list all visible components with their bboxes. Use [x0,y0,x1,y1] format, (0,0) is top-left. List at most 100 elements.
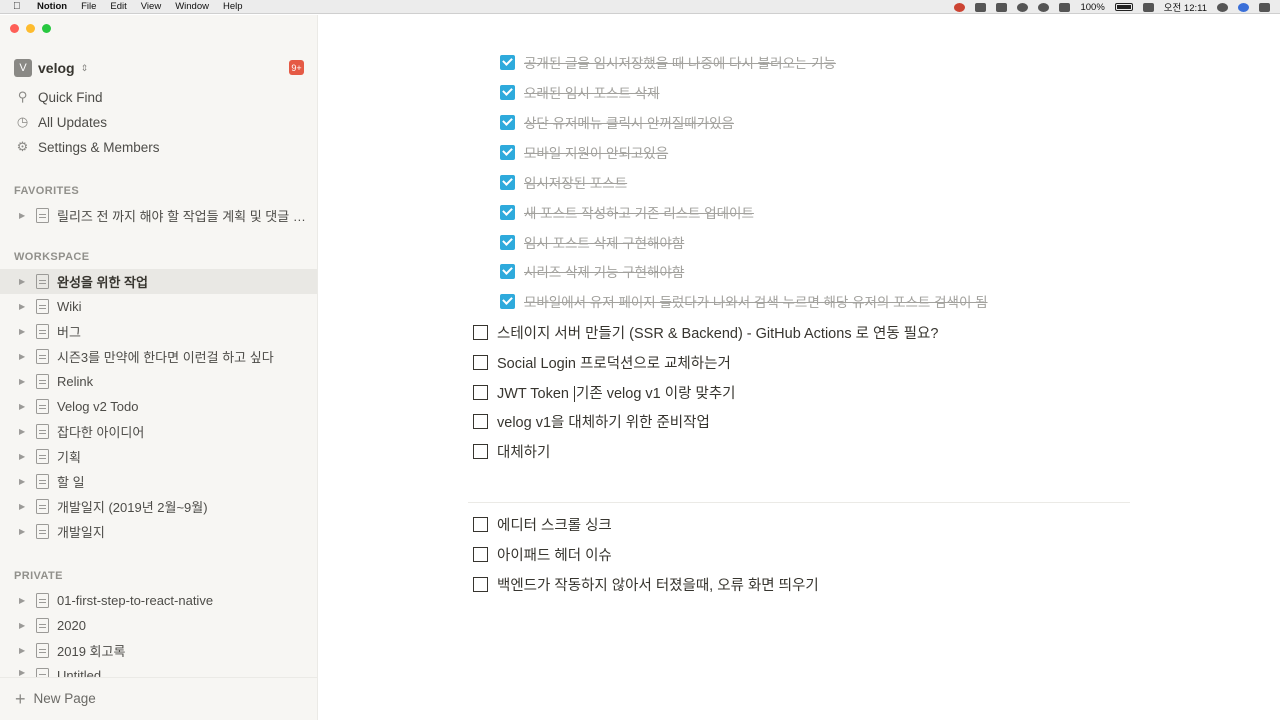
todo-text[interactable]: Social Login 프로덕션으로 교체하는거 [497,352,731,373]
checkbox-checked[interactable] [500,174,515,190]
todo-text[interactable]: 아이패드 헤더 이슈 [497,544,612,565]
expand-triangle-icon[interactable]: ▶ [19,477,29,486]
control-center-icon[interactable] [1259,2,1270,12]
expand-triangle-icon[interactable]: ▶ [19,527,29,536]
workspace-header[interactable]: WORKSPACE [14,251,90,263]
all-updates-button[interactable]: ◷ All Updates [15,112,107,132]
sidebar-item-2020[interactable]: ▶ 2020 [0,613,317,638]
todo-text[interactable]: 대체하기 [497,441,550,462]
todo-text[interactable]: 백엔드가 작동하지 않아서 터졌을때, 오류 화면 띄우기 [497,574,819,595]
menu-edit[interactable]: Edit [110,1,126,12]
expand-triangle-icon[interactable]: ▶ [19,377,29,386]
checkbox-checked[interactable] [500,293,515,309]
sidebar-item-todo[interactable]: ▶ 할 일 [0,469,317,494]
todo-text[interactable]: 임시저장된 포스트 [524,172,627,192]
checkbox-checked[interactable] [500,84,515,100]
volume-icon[interactable] [1059,2,1071,12]
sidebar-item-label: 잡다한 아이디어 [57,425,145,440]
settings-button[interactable]: ⚙ Settings & Members [15,137,160,157]
sidebar-item-untitled[interactable]: ▶ Untitled [0,663,317,677]
workspace-switcher[interactable]: V velog ⇕ [14,59,88,77]
apple-icon[interactable]:  [13,1,27,12]
timer-icon[interactable] [1017,2,1029,12]
checkbox-unchecked[interactable] [473,354,488,370]
todo-text[interactable]: 오래된 임시 포스트 삭제 [524,82,659,102]
expand-triangle-icon[interactable]: ▶ [19,621,29,630]
expand-triangle-icon[interactable]: ▶ [19,402,29,411]
menu-window[interactable]: Window [175,1,209,12]
expand-triangle-icon[interactable]: ▶ [19,211,29,220]
checkbox-unchecked[interactable] [473,576,488,592]
record-icon[interactable] [954,2,966,12]
sidebar-item-planning[interactable]: ▶ 기획 [0,444,317,469]
checkbox-checked[interactable] [500,204,515,220]
todo-text[interactable]: 모바일에서 유저 페이지 들렀다가 나와서 검색 누르면 해당 유저의 포스트 … [524,291,988,311]
checkbox-checked[interactable] [500,234,515,250]
todo-text[interactable]: 시리즈 삭제 기능 구현해야함 [524,261,684,281]
quick-find-button[interactable]: ⚲ Quick Find [15,87,103,107]
expand-triangle-icon[interactable]: ▶ [19,596,29,605]
checkbox-unchecked[interactable] [473,443,488,459]
expand-triangle-icon[interactable]: ▶ [19,452,29,461]
expand-triangle-icon[interactable]: ▶ [19,327,29,336]
checkbox-unchecked[interactable] [473,384,488,400]
sidebar-item-ideas[interactable]: ▶ 잡다한 아이디어 [0,419,317,444]
sidebar-item-devlog[interactable]: ▶ 개발일지 [0,519,317,544]
todo-text[interactable]: 에디터 스크롤 싱크 [497,514,612,535]
checkbox-unchecked[interactable] [473,546,488,562]
siri-icon[interactable] [1238,2,1249,12]
page-icon [36,208,49,223]
spotlight-icon[interactable] [1217,2,1228,12]
sidebar-item-react-native[interactable]: ▶ 01-first-step-to-react-native [0,588,317,613]
clock[interactable]: 오전 12:11 [1164,0,1207,14]
todo-text-editing[interactable]: JWT Token 기존 velog v1 이랑 맞추기 [497,382,736,403]
expand-triangle-icon[interactable]: ▶ [19,352,29,361]
close-window-button[interactable] [10,24,19,33]
sidebar-item-bugs[interactable]: ▶ 버그 [0,319,317,344]
checkbox-checked[interactable] [500,54,515,70]
menu-file[interactable]: File [81,1,96,12]
todo-text[interactable]: velog v1을 대체하기 위한 준비작업 [497,411,710,432]
sidebar-item-favorite[interactable]: ▶ 릴리즈 전 까지 해야 할 작업들 계획 및 댓글 디... [0,203,317,228]
todo-text[interactable]: 임시 포스트 삭제 구현해야함 [524,232,684,252]
menu-help[interactable]: Help [223,1,243,12]
todo-text[interactable]: 스테이지 서버 만들기 (SSR & Backend) - GitHub Act… [497,322,938,343]
wifi-icon[interactable] [1038,2,1050,12]
sidebar-item-wiki[interactable]: ▶ Wiki [0,294,317,319]
glasses-icon[interactable] [996,2,1008,12]
input-source-icon[interactable] [1142,2,1154,12]
docker-icon[interactable] [975,2,987,12]
notification-badge[interactable]: 9+ [289,60,304,75]
checkbox-checked[interactable] [500,144,515,160]
new-page-button[interactable]: + New Page [15,690,96,708]
todo-text[interactable]: 새 포스트 작성하고 기존 리스트 업데이트 [524,202,754,222]
expand-triangle-icon[interactable]: ▶ [19,646,29,655]
checkbox-unchecked[interactable] [473,413,488,429]
checkbox-checked[interactable] [500,263,515,279]
expand-triangle-icon[interactable]: ▶ [19,277,29,286]
expand-triangle-icon[interactable]: ▶ [19,302,29,311]
sidebar-item-relink[interactable]: ▶ Relink [0,369,317,394]
todo-text[interactable]: 공개된 글을 임시저장했을 때 나중에 다시 불러오는 기능 [524,52,836,72]
checkbox-unchecked[interactable] [473,324,488,340]
checkbox-checked[interactable] [500,114,515,130]
expand-triangle-icon[interactable]: ▶ [19,668,29,677]
menu-view[interactable]: View [141,1,161,12]
expand-triangle-icon[interactable]: ▶ [19,427,29,436]
sidebar-item-devlog-2019[interactable]: ▶ 개발일지 (2019년 2월~9월) [0,494,317,519]
minimize-window-button[interactable] [26,24,35,33]
battery-icon[interactable] [1114,3,1133,11]
sidebar-item-2019-retro[interactable]: ▶ 2019 회고록 [0,638,317,663]
zoom-window-button[interactable] [42,24,51,33]
sidebar-item-complete-tasks[interactable]: ▶ 완성을 위한 작업 [0,269,317,294]
todo-text[interactable]: 모바일 지원이 안되고있음 [524,142,668,162]
sidebar-item-season3[interactable]: ▶ 시즌3를 만약에 한다면 이런걸 하고 싶다 [0,344,317,369]
expand-triangle-icon[interactable]: ▶ [19,502,29,511]
menu-app-name[interactable]: Notion [37,1,67,12]
sidebar-item-velog-v2-todo[interactable]: ▶ Velog v2 Todo [0,394,317,419]
checkbox-unchecked[interactable] [473,516,488,532]
private-header[interactable]: PRIVATE [14,570,63,582]
new-page-label: New Page [33,691,96,706]
todo-text[interactable]: 상단 유저메뉴 클릭시 안꺼질때가있음 [524,112,734,132]
favorites-header[interactable]: FAVORITES [14,185,79,197]
